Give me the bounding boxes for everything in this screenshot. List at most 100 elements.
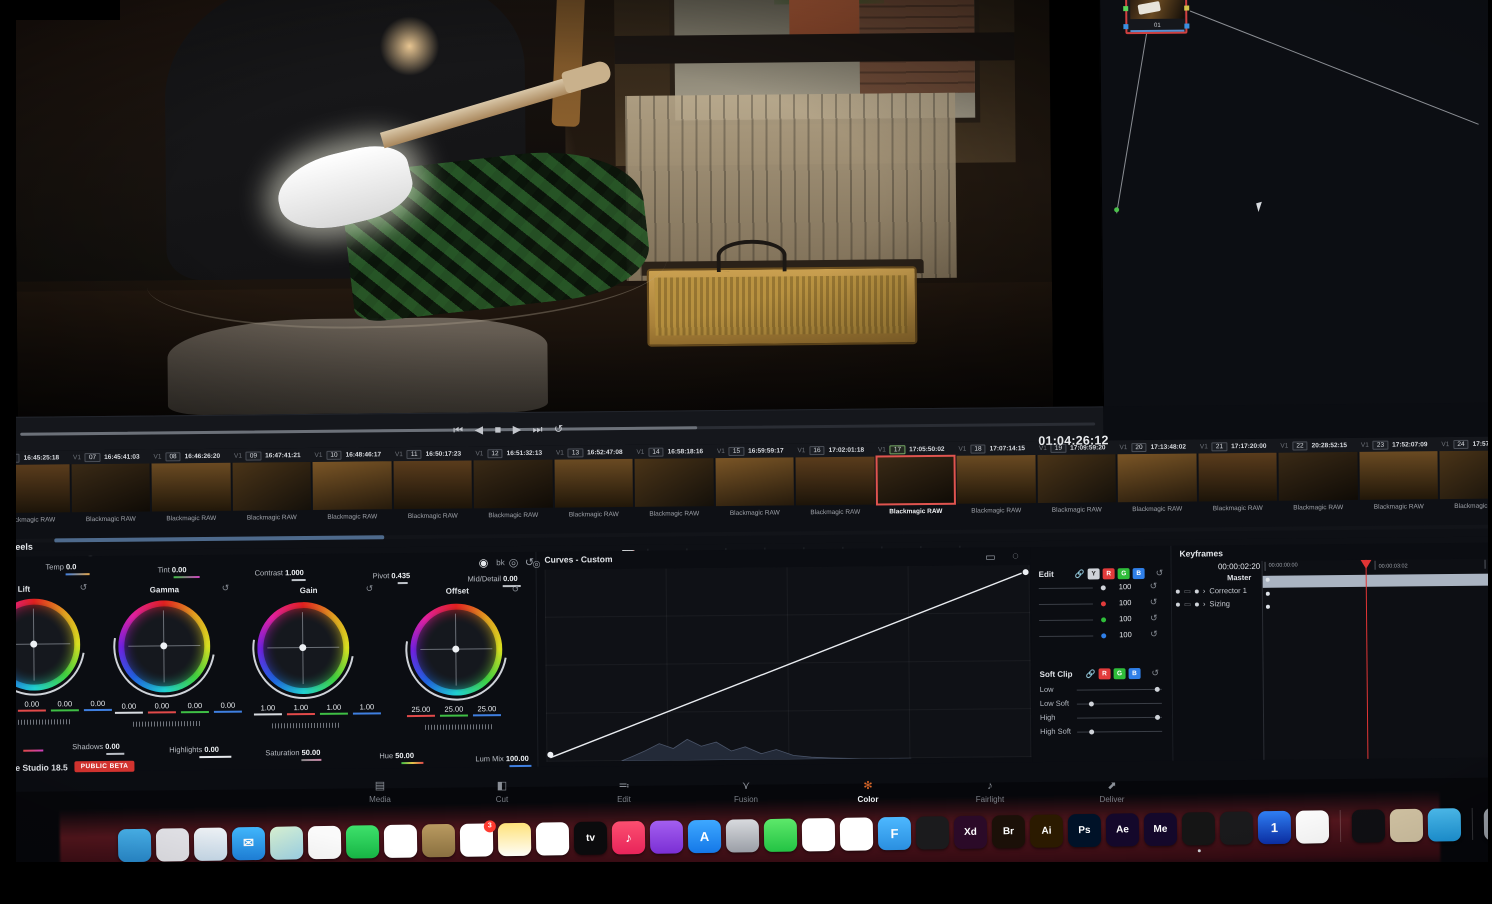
figma-icon[interactable]: [915, 815, 950, 850]
music-icon[interactable]: ♪: [611, 820, 646, 854]
color-wheel-offset[interactable]: [385, 578, 528, 721]
wheel-reset-icon[interactable]: ↺: [366, 583, 374, 594]
timeline-clip[interactable]: V1 21 17:17:20:00 Blackmagic RAW: [1197, 439, 1277, 540]
settings-icon[interactable]: [725, 818, 760, 853]
safari-icon[interactable]: [193, 826, 228, 861]
davinci-resolve-icon[interactable]: [1181, 811, 1216, 852]
wheel-values[interactable]: 1.00 1.00 1.00 1.00: [253, 702, 381, 716]
pivot-control[interactable]: Pivot 0.435: [373, 571, 411, 580]
clip-thumbnail-timeline[interactable]: V10616:45:25:18Blackmagic RAWV10716:45:4…: [0, 436, 1492, 551]
timeline-clip[interactable]: V1 20 17:13:48:02 Blackmagic RAW: [1117, 439, 1197, 540]
notion-icon[interactable]: N: [801, 817, 836, 851]
wheel-ring-slider[interactable]: [425, 724, 494, 730]
wheel-value[interactable]: 1.00: [319, 703, 348, 715]
keyframe-track-corrector-1[interactable]: ▭ › Corrector 1: [1175, 586, 1247, 596]
page-tab-cut[interactable]: ◧ Cut: [471, 780, 533, 804]
last-frame-button[interactable]: ⏭: [533, 423, 543, 435]
clip-thumbnail[interactable]: [1358, 451, 1438, 500]
contacts-icon[interactable]: [421, 823, 456, 857]
curve-preview-icon[interactable]: ▭: [981, 547, 999, 565]
wheel-value[interactable]: 0.00: [147, 701, 176, 714]
wheel-value[interactable]: 0.00: [114, 702, 143, 714]
channel-chip-b[interactable]: B: [1132, 567, 1145, 580]
clip-thumbnail[interactable]: [795, 456, 875, 506]
maps-icon[interactable]: [269, 825, 304, 860]
contrast-control[interactable]: Contrast 1.000: [255, 568, 304, 577]
clip-thumbnail[interactable]: [875, 454, 956, 506]
curve-circle-icon[interactable]: ◌: [1006, 547, 1024, 565]
timeline-clip[interactable]: V1 09 16:47:41:21 Blackmagic RAW: [232, 448, 311, 549]
saturation-control[interactable]: Saturation 50.00: [265, 748, 320, 758]
node-key-output-port[interactable]: [1184, 23, 1190, 29]
soft-clip-row[interactable]: High: [1030, 546, 1170, 722]
edit-reset-icon[interactable]: ↺: [1156, 568, 1164, 579]
soft-clip-row[interactable]: High Soft: [1030, 546, 1170, 736]
wheel-value[interactable]: 25.00: [472, 704, 501, 717]
clip-thumbnail[interactable]: [232, 461, 311, 511]
timeline-clip[interactable]: V1 16 17:02:01:18 Blackmagic RAW: [795, 443, 875, 544]
wheel-value[interactable]: 0.00: [213, 701, 242, 713]
node-01[interactable]: 01: [1123, 0, 1190, 35]
edit-channel-value[interactable]: 100: [1119, 614, 1132, 623]
calendar-icon[interactable]: 24: [383, 824, 418, 858]
highlights-control[interactable]: Highlights 0.00: [169, 745, 219, 754]
link-icon[interactable]: 🔗: [1075, 570, 1085, 579]
podcasts-icon[interactable]: [649, 819, 684, 854]
soft-clip-link-icon[interactable]: 🔗: [1085, 669, 1095, 678]
adobe-illustrator-icon[interactable]: Ai: [1029, 813, 1064, 848]
timeline-clip[interactable]: V1 10 16:48:46:17 Blackmagic RAW: [312, 447, 392, 548]
curves-graph[interactable]: [544, 565, 1032, 762]
timeline-clip[interactable]: V1 12 16:51:32:13 Blackmagic RAW: [473, 446, 553, 547]
firefox-icon[interactable]: [1295, 809, 1330, 844]
reverse-play-button[interactable]: ◀: [475, 424, 484, 436]
channel-chip-g[interactable]: G: [1117, 568, 1130, 580]
edit-channel-reset-icon[interactable]: ↺: [1150, 581, 1158, 592]
timeline-clip[interactable]: V1 08 16:46:26:20 Blackmagic RAW: [151, 449, 231, 550]
wheel-values[interactable]: 25.00 25.00 25.00: [406, 704, 501, 718]
soft-clip-row[interactable]: Low Soft: [1030, 546, 1170, 708]
clip-thumbnail[interactable]: [956, 455, 1036, 504]
clip-thumbnail[interactable]: [312, 461, 392, 510]
reminders-icon[interactable]: 3: [459, 819, 496, 857]
arc-icon[interactable]: [839, 816, 874, 851]
wheel-value[interactable]: 1.00: [253, 703, 282, 716]
first-frame-button[interactable]: ⏮: [453, 424, 463, 436]
page-tab-media[interactable]: ▤ Media: [349, 780, 411, 804]
page-tab-color[interactable]: ✻ Color: [837, 780, 899, 804]
timeline-clip[interactable]: V1 13 16:52:47:08 Blackmagic RAW: [554, 445, 633, 546]
soft-clip-chip-r[interactable]: R: [1098, 668, 1111, 680]
tint-control[interactable]: Tint 0.00: [158, 565, 187, 574]
stocks-icon[interactable]: [535, 821, 570, 856]
wheel-value[interactable]: 25.00: [406, 705, 435, 718]
temp-control[interactable]: Temp 0.0: [45, 562, 76, 571]
timeline-clip[interactable]: V1 17 17:05:50:02 Blackmagic RAW: [875, 442, 956, 543]
timeline-clip[interactable]: V1 19 17:09:59:20 Blackmagic RAW: [1036, 440, 1116, 541]
messages-icon[interactable]: [763, 818, 798, 852]
affinity-photo-icon[interactable]: [1219, 810, 1254, 845]
soft-clip-row[interactable]: Low: [1030, 546, 1170, 694]
soft-clip-reset-icon[interactable]: ↺: [1151, 668, 1159, 679]
timeline-clip[interactable]: V1 14 16:58:18:16 Blackmagic RAW: [634, 444, 714, 545]
clip-thumbnail[interactable]: [1197, 452, 1277, 502]
clip-thumbnail[interactable]: [1439, 450, 1492, 500]
edit-channel-value[interactable]: 100: [1119, 582, 1132, 591]
wheel-value[interactable]: 0.00: [180, 701, 209, 714]
photos-icon[interactable]: [307, 825, 342, 859]
clip-thumbnail[interactable]: [71, 463, 150, 513]
appletv-icon[interactable]: tv: [573, 821, 608, 855]
adobe-media-encoder-icon[interactable]: Me: [1143, 812, 1178, 846]
edit-channel-value[interactable]: 100: [1119, 630, 1132, 639]
archive-utility-icon[interactable]: [1389, 808, 1424, 842]
clip-thumbnail[interactable]: [151, 462, 231, 512]
page-tab-fusion[interactable]: ⋎ Fusion: [715, 780, 777, 804]
play-button[interactable]: ▶: [513, 423, 522, 435]
timeline-clip[interactable]: V1 18 17:07:14:15 Blackmagic RAW: [956, 441, 1036, 542]
quicktime-icon[interactable]: [1351, 808, 1386, 843]
page-tabs[interactable]: ▤ Media ◧ Cut ≕ Edit ⋎ Fusion ✻ Color ♪ Fairlight ⬈ D…: [0, 780, 1492, 812]
page-tab-edit[interactable]: ≕ Edit: [593, 780, 655, 804]
edit-channel-reset-icon[interactable]: ↺: [1150, 613, 1158, 624]
page-tab-deliver[interactable]: ⬈ Deliver: [1081, 780, 1143, 804]
wheel-value[interactable]: 1.00: [352, 702, 381, 715]
1password-icon[interactable]: 1: [1257, 810, 1292, 844]
curve-control-point-low[interactable]: [547, 751, 554, 758]
